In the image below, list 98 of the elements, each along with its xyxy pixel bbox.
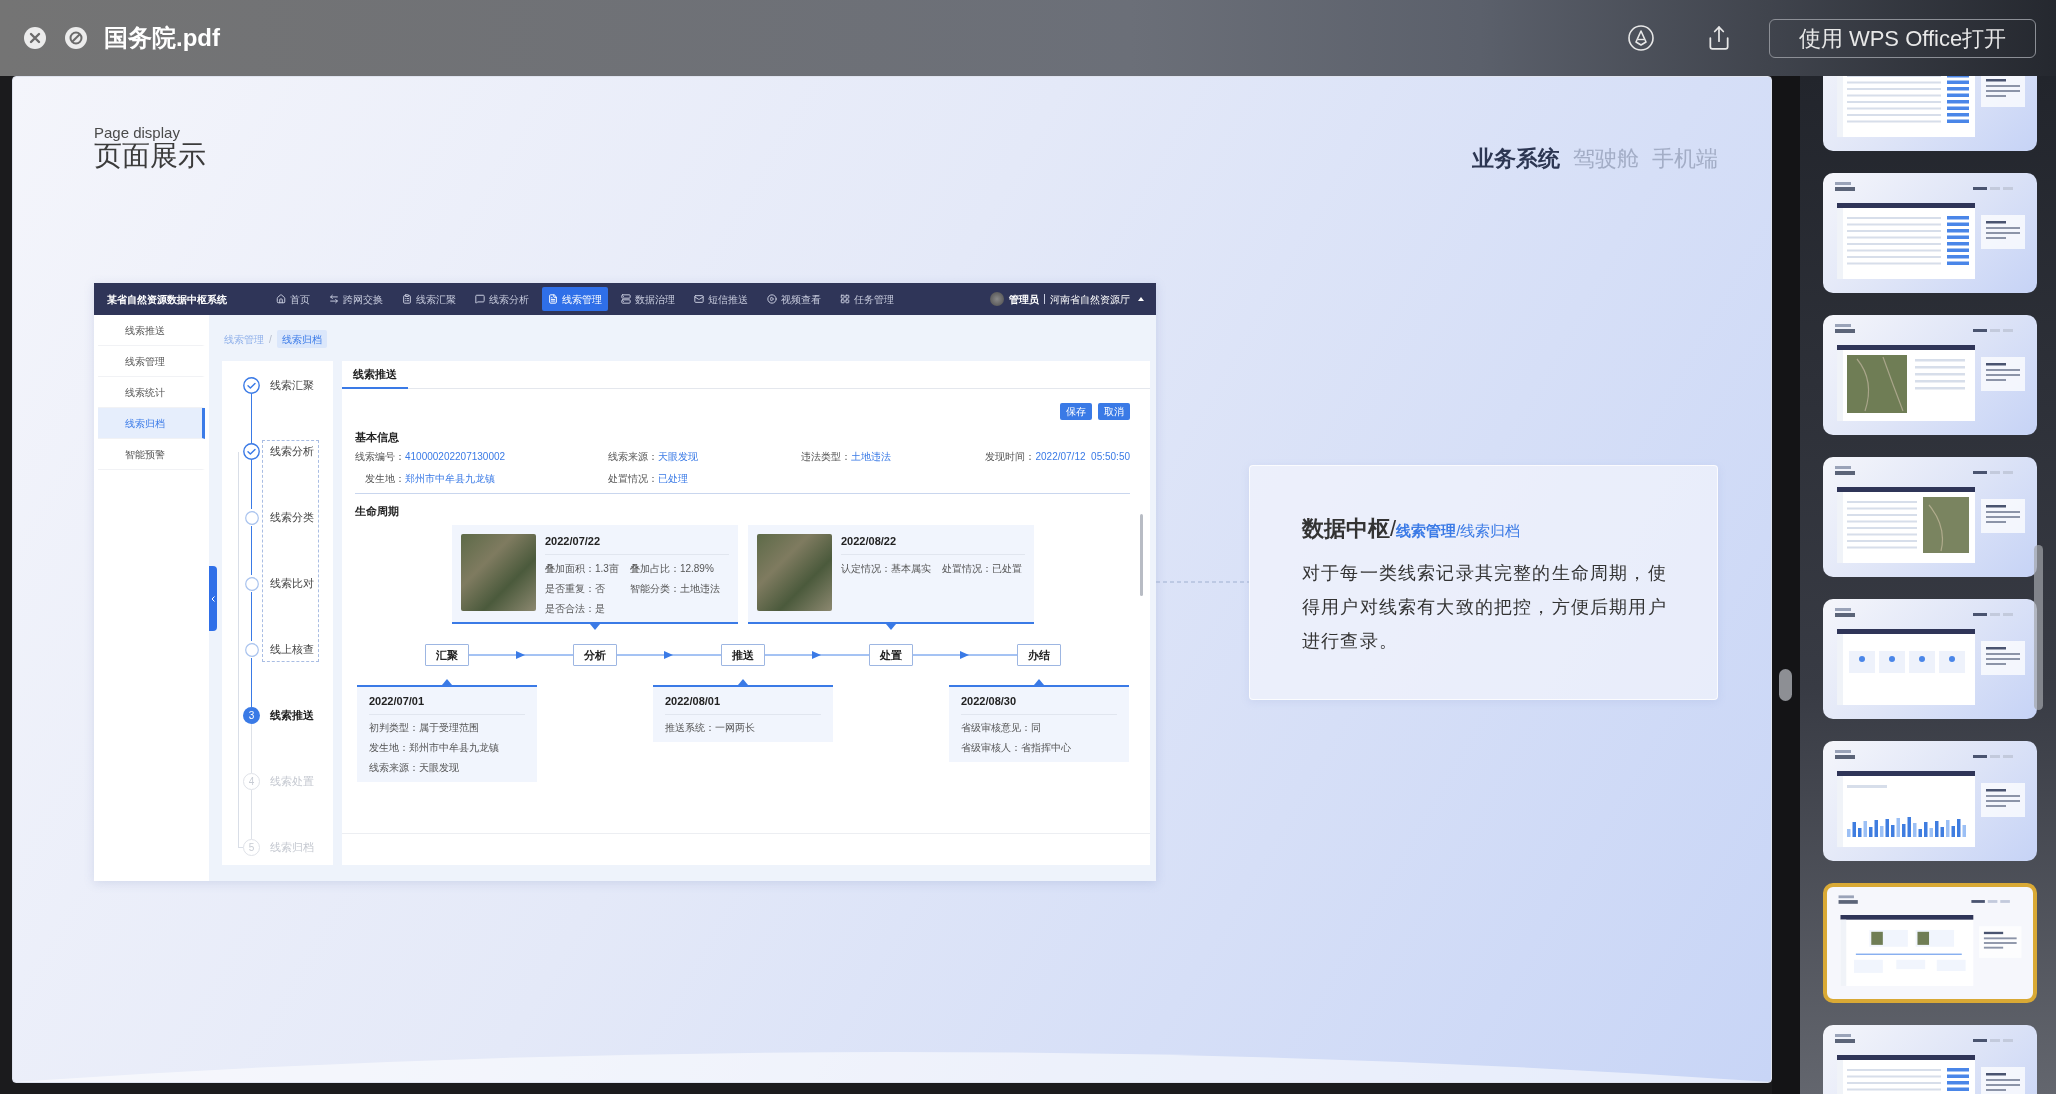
field-value: 2022/07/12 05:50:50 (1035, 450, 1130, 464)
tab[interactable]: 线索推送 (342, 361, 408, 389)
field-value: 410000202207130002 (405, 450, 506, 464)
record-field: 是否重复：否 (545, 579, 619, 599)
nav-item[interactable]: 短信推送 (688, 287, 754, 311)
pen-tip-icon[interactable] (1628, 25, 1654, 51)
field-label: 处置情况： (608, 472, 658, 486)
nav-item[interactable]: 首页 (270, 287, 316, 311)
field-value: 郑州市中牟县九龙镇 (405, 472, 495, 486)
field-label: 发生地： (364, 472, 405, 486)
step-label[interactable]: 线索推送 (270, 707, 314, 724)
note-text: 对于每一类线索记录其完整的生命周期，使得用户对线索有大致的把控，方便后期用户进行查录。 (1302, 561, 1668, 653)
scrollbar[interactable] (2034, 545, 2043, 710)
action-button[interactable]: 取消 (1098, 403, 1130, 420)
step-label[interactable]: 线索分析 (270, 443, 314, 460)
field-label: 违法类型： (801, 450, 851, 464)
record-date: 2022/07/01 (369, 694, 426, 708)
play-icon (767, 294, 777, 304)
user-org: 河南省自然资源厅 (1050, 292, 1130, 307)
record-field: 是否合法：是 (545, 599, 619, 619)
record-field: 线索来源：天眼发现 (369, 758, 525, 778)
step-number: 3 (243, 707, 260, 724)
sidebar-item[interactable]: 线索归档 (98, 408, 205, 439)
field-value: 已处理 (658, 472, 688, 486)
open-with-button[interactable]: 使用 WPS Office打开 (1769, 18, 2036, 58)
caret-icon[interactable] (1138, 297, 1144, 301)
breadcrumb-separator: / (269, 332, 272, 347)
scrollbar[interactable] (1779, 669, 1792, 701)
stage-node: 分析 (573, 644, 617, 666)
page-thumbnail[interactable] (1823, 599, 2037, 719)
slash-circle-icon[interactable] (65, 27, 87, 49)
view-tab[interactable]: 业务系统 (1472, 144, 1560, 174)
record-date: 2022/08/01 (665, 694, 722, 708)
envelope-icon (694, 294, 704, 304)
share-icon[interactable] (1706, 25, 1732, 51)
field-label: 线索来源： (608, 450, 658, 464)
document-icon (548, 294, 558, 304)
page-thumbnail[interactable] (1823, 883, 2037, 1003)
grid-icon (840, 294, 850, 304)
home-icon (276, 294, 286, 304)
sidebar-item[interactable]: 线索推送 (98, 315, 205, 346)
nav-item[interactable]: 跨网交换 (323, 287, 389, 311)
nav-item[interactable]: 线索管理 (542, 287, 608, 311)
step-label[interactable]: 线索比对 (270, 575, 314, 592)
record-field: 发生地：郑州市中牟县九龙镇 (369, 738, 525, 758)
field-label: 发现时间： (985, 450, 1036, 464)
section-title: 生命周期 (355, 504, 400, 519)
record-field: 省级审核人：省指挥中心 (961, 738, 1117, 758)
scrollbar[interactable] (1140, 514, 1143, 596)
system-name: 某省自然资源数据中枢系统 (107, 292, 227, 307)
nav-item[interactable]: 数据治理 (615, 287, 681, 311)
clipboard-icon (402, 294, 412, 304)
section-title: 基本信息 (355, 430, 400, 445)
stage-node: 办结 (1017, 644, 1061, 666)
sidebar-item[interactable]: 智能预警 (98, 439, 205, 470)
record-field: 认定情况：基本属实 (841, 559, 931, 579)
nav-item[interactable]: 线索汇聚 (396, 287, 462, 311)
action-button[interactable]: 保存 (1060, 403, 1092, 420)
user-name: 管理员 (1009, 292, 1039, 307)
record-field: 省级审核意见：同 (961, 718, 1117, 738)
page-title: 页面展示 (94, 141, 206, 171)
step-label[interactable]: 线索分类 (270, 509, 314, 526)
note-title: 数据中枢/ (1302, 514, 1397, 543)
message-icon (475, 294, 485, 304)
stage-node: 处置 (869, 644, 913, 666)
record-field: 智能分类：土地违法 (629, 579, 720, 599)
record-field: 处置情况：已处置 (942, 559, 1022, 579)
record-field: 推送系统：一网两长 (665, 718, 821, 738)
page-subtitle: Page display (94, 125, 181, 141)
collapse-handle[interactable] (209, 566, 217, 631)
record-date: 2022/08/30 (961, 694, 1018, 708)
note-path: 线索管理/线索归档 (1396, 521, 1521, 541)
step-label[interactable]: 线索汇聚 (270, 377, 314, 394)
step-label[interactable]: 线上核查 (270, 641, 314, 658)
sidebar-item[interactable]: 线索管理 (98, 346, 205, 377)
field-value: 土地违法 (851, 450, 891, 464)
record-date: 2022/08/22 (841, 534, 898, 548)
close-icon[interactable] (24, 27, 46, 49)
server-icon (621, 294, 631, 304)
record-date: 2022/07/22 (545, 534, 602, 548)
record-field: 初判类型：属于受理范围 (369, 718, 525, 738)
record-field: 叠加面积：1.3亩 (545, 559, 619, 579)
nav-item[interactable]: 视频查看 (761, 287, 827, 311)
stage-node: 汇聚 (425, 644, 469, 666)
swap-icon (329, 294, 339, 304)
window-title: 国务院.pdf (104, 23, 220, 53)
page-thumbnail[interactable] (1823, 315, 2037, 435)
page-thumbnail[interactable] (1823, 741, 2037, 861)
record-field: 叠加占比：12.89% (629, 559, 720, 579)
nav-item[interactable]: 任务管理 (834, 287, 900, 311)
stage-node: 推送 (721, 644, 765, 666)
page-thumbnail[interactable] (1823, 173, 2037, 293)
field-value: 天眼发现 (658, 450, 698, 464)
chevron-left-icon (211, 595, 215, 602)
page-thumbnail[interactable] (1823, 457, 2037, 577)
nav-item[interactable]: 线索分析 (469, 287, 535, 311)
field-label: 线索编号： (355, 450, 405, 464)
avatar (990, 292, 1004, 306)
